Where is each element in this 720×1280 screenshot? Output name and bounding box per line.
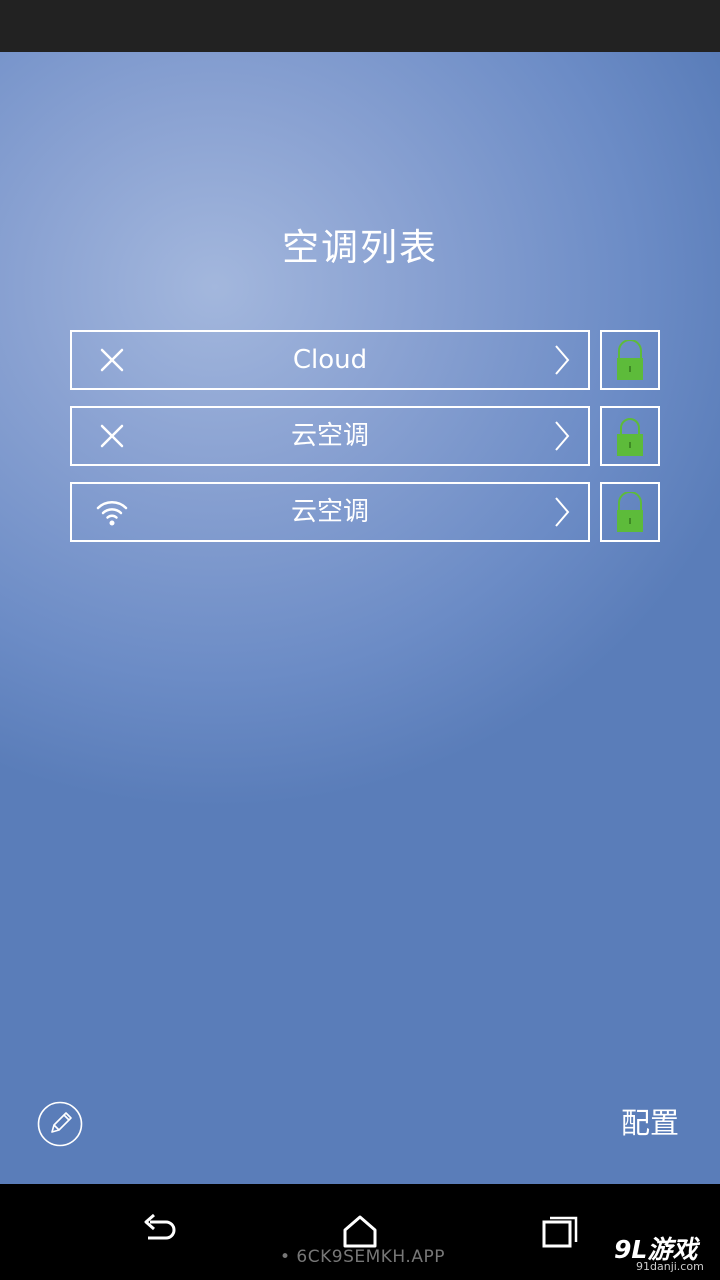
status-bar [0, 0, 720, 52]
watermark-logo-sub: 91danji.com [636, 1260, 704, 1273]
ac-item[interactable]: Cloud [70, 330, 590, 390]
lock-button[interactable] [600, 406, 660, 466]
chevron-right-icon [555, 345, 570, 375]
close-icon [100, 424, 124, 448]
lock-icon [617, 418, 643, 456]
recent-apps-icon[interactable] [540, 1214, 580, 1250]
back-icon[interactable] [138, 1212, 182, 1252]
unlock-icon [617, 340, 643, 380]
pencil-icon[interactable] [37, 1101, 83, 1147]
lock-button[interactable] [600, 482, 660, 542]
ac-row: 云空调 [70, 482, 660, 542]
chevron-right-icon [555, 421, 570, 451]
ac-name: 云空调 [290, 497, 369, 527]
watermark-logo: 9L游戏 91danji.com [614, 1230, 714, 1278]
app-area: 空调列表 Cloud 云空调 云空调 [0, 52, 720, 1184]
lock-button[interactable] [600, 330, 660, 390]
close-icon [100, 348, 124, 372]
page-title: 空调列表 [282, 226, 438, 269]
ac-name: Cloud [292, 345, 368, 375]
chevron-right-icon [555, 497, 570, 527]
unlock-icon [617, 492, 643, 532]
watermark-code: • 6CK9SEMKH.APP [280, 1247, 445, 1267]
ac-item[interactable]: 云空调 [70, 406, 590, 466]
ac-item[interactable]: 云空调 [70, 482, 590, 542]
home-icon[interactable] [338, 1212, 382, 1252]
ac-row: Cloud [70, 330, 660, 390]
ac-name: 云空调 [290, 421, 369, 451]
ac-row: 云空调 [70, 406, 660, 466]
wifi-icon [96, 501, 128, 526]
config-button[interactable]: 配置 [610, 1100, 690, 1146]
